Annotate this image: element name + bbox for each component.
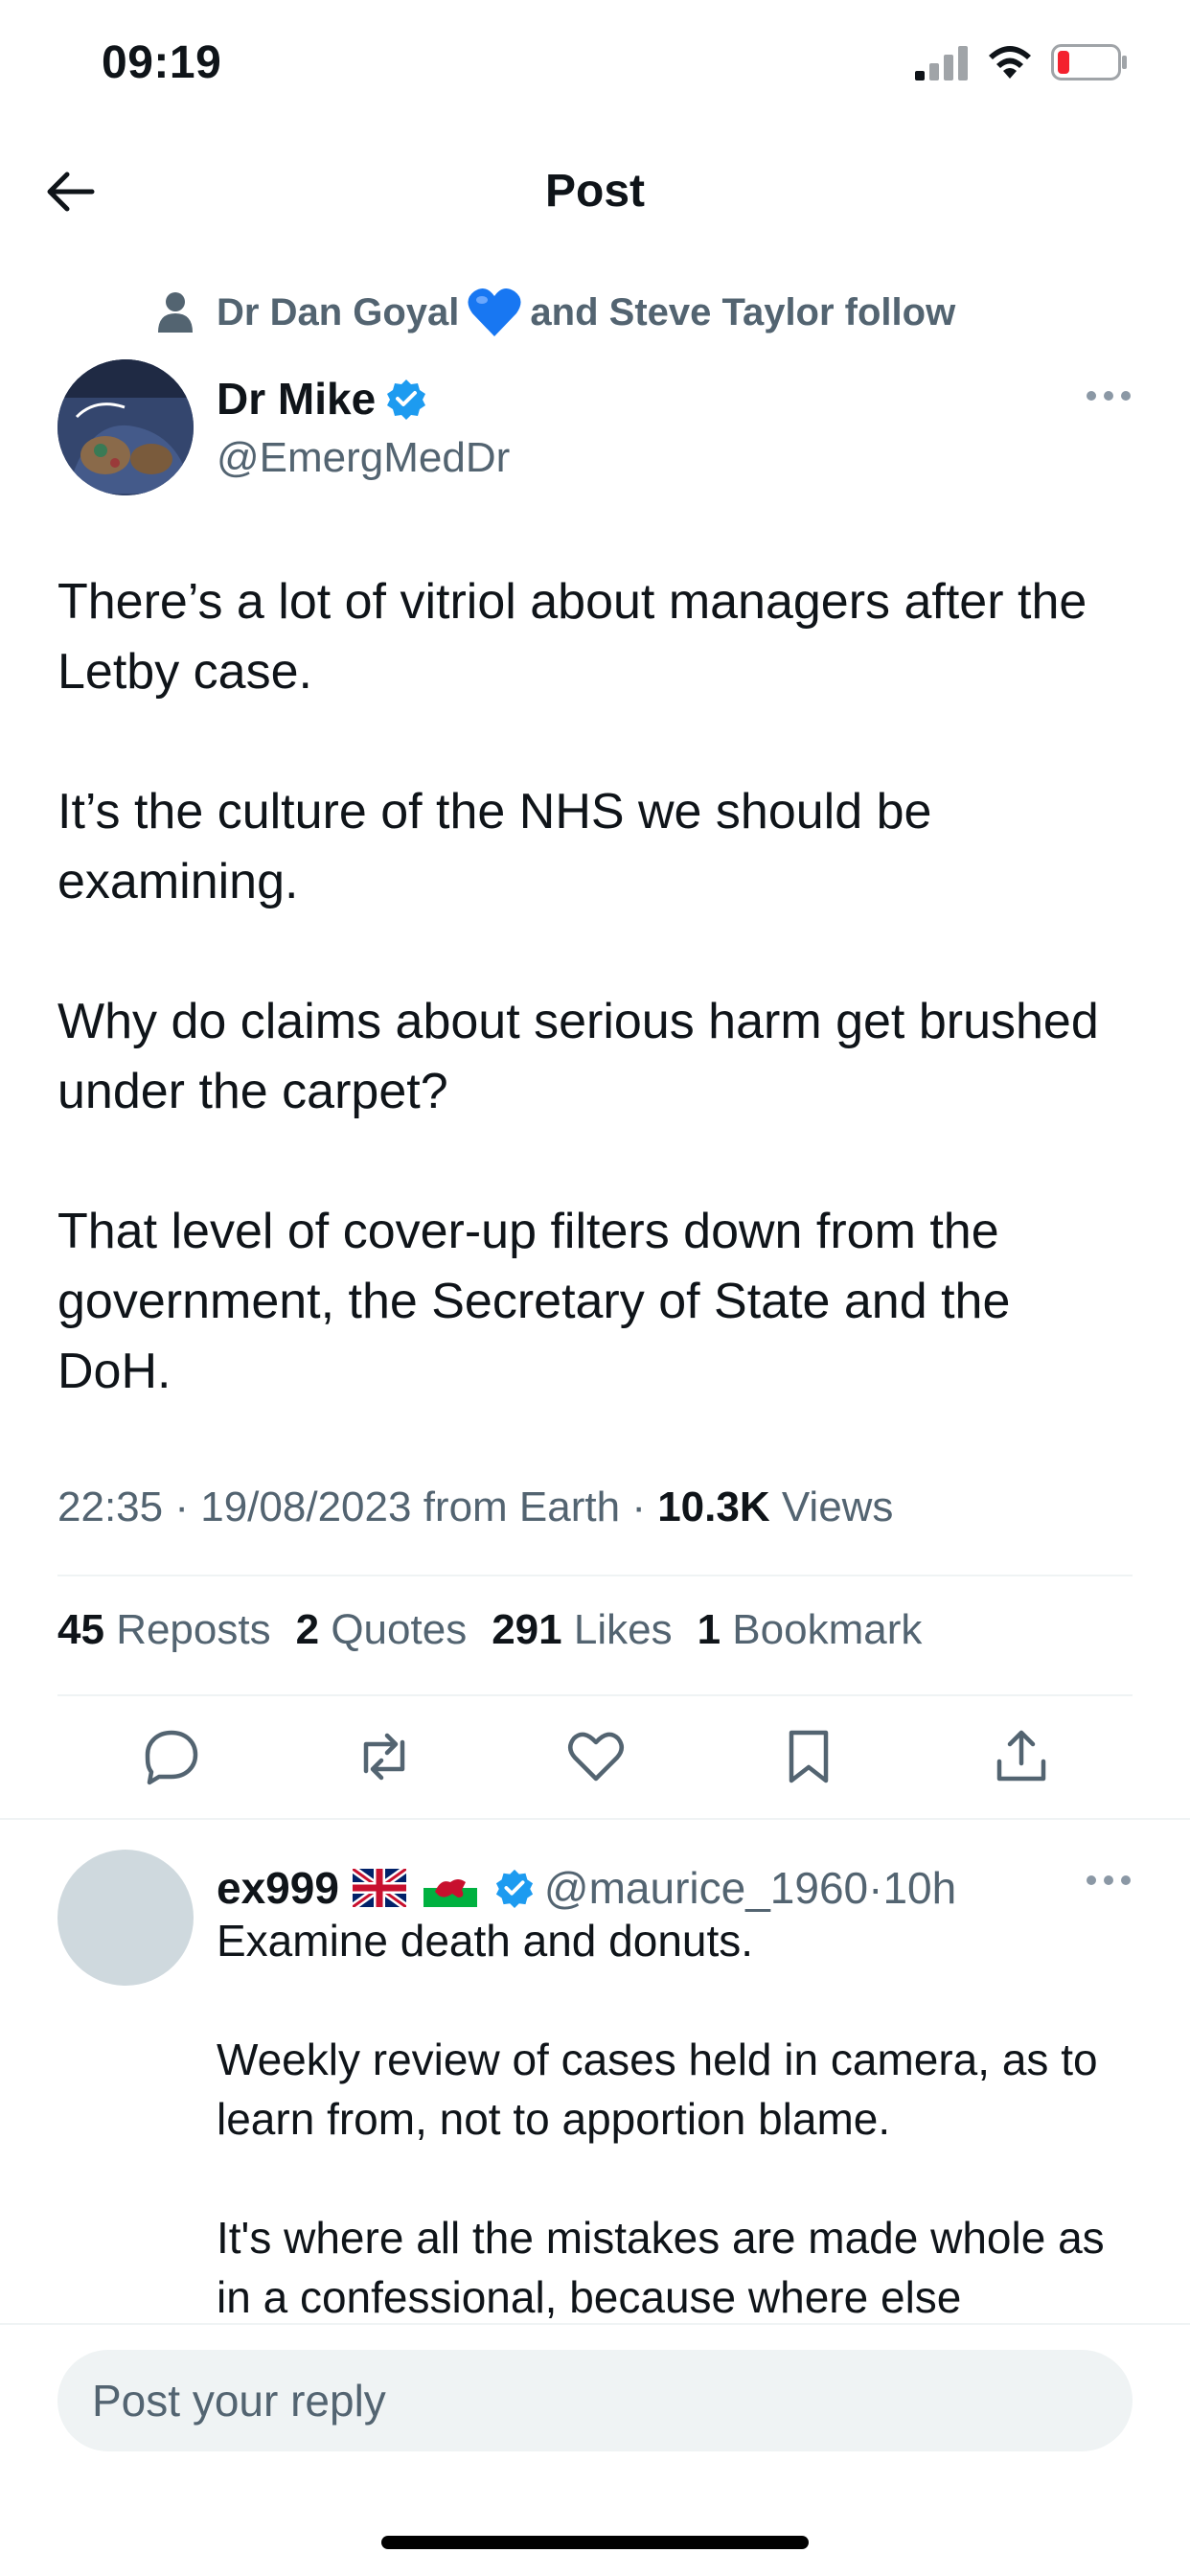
cellular-signal-icon	[915, 46, 968, 80]
likes-count: 291	[492, 1606, 562, 1653]
divider	[0, 1818, 1190, 1820]
reply-paragraph: Examine death and donuts.	[217, 1916, 754, 1966]
reply-paragraph: It's where all the mistakes are made who…	[217, 2213, 1105, 2322]
blue-heart-icon	[468, 288, 521, 336]
reply-paragraph: Weekly review of cases held in camera, a…	[217, 2035, 1098, 2144]
reposts-stat[interactable]: 45 Reposts	[57, 1606, 271, 1654]
views-count[interactable]: 10.3K	[657, 1484, 769, 1530]
author-name-row[interactable]: Dr Mike	[217, 373, 427, 425]
engagement-stats: 45 Reposts 2 Quotes 291 Likes 1 Bookmark	[57, 1606, 947, 1654]
reply-input[interactable]	[57, 2350, 1133, 2451]
like-heart-icon[interactable]	[564, 1725, 628, 1788]
tweet-date[interactable]: 19/08/2023	[200, 1484, 411, 1530]
repost-icon[interactable]	[353, 1725, 416, 1788]
tweet-header: Dr Mike @EmergMedDr	[57, 359, 1133, 503]
reply-age: 10h	[882, 1863, 957, 1913]
tweet-paragraph: Why do claims about serious harm get bru…	[57, 994, 1099, 1119]
more-options-icon[interactable]	[1085, 388, 1133, 403]
reply-text: Examine death and donuts. Weekly review …	[217, 1911, 1133, 2386]
page-title: Post	[544, 166, 645, 217]
tweet-paragraph: There’s a lot of vitriol about managers …	[57, 574, 1087, 700]
status-bar: 09:19	[0, 0, 1190, 134]
quotes-label: Quotes	[331, 1606, 468, 1653]
author-handle[interactable]: @EmergMedDr	[217, 434, 510, 482]
reply-composer	[0, 2323, 1190, 2576]
status-time: 09:19	[102, 37, 222, 88]
nav-bar: Post	[0, 144, 1190, 240]
likes-stat[interactable]: 291 Likes	[492, 1606, 672, 1654]
reply-avatar[interactable]	[57, 1850, 194, 1986]
tweet-time[interactable]: 22:35	[57, 1484, 163, 1530]
tweet-paragraph: That level of cover-up filters down from…	[57, 1204, 1011, 1399]
social-context-text: and Steve Taylor follow	[530, 290, 956, 334]
person-icon	[158, 292, 193, 333]
follower-name: Dr Dan Goyal	[217, 290, 460, 334]
tweet-source: from Earth	[423, 1484, 621, 1530]
uk-flag-icon	[352, 1869, 406, 1907]
more-options-icon[interactable]	[1085, 1873, 1133, 1888]
bookmark-icon[interactable]	[777, 1725, 840, 1788]
home-indicator[interactable]	[381, 2536, 809, 2549]
reply-header: ex999 @maurice_1960 · 10h	[217, 1862, 957, 1914]
action-bar	[57, 1725, 1133, 1802]
share-icon[interactable]	[990, 1725, 1053, 1788]
reply-author-name[interactable]: ex999	[217, 1862, 339, 1914]
battery-icon	[1051, 44, 1127, 80]
likes-label: Likes	[573, 1606, 673, 1653]
divider	[57, 1575, 1133, 1576]
wifi-icon	[989, 46, 1031, 79]
verified-badge-icon	[387, 380, 426, 420]
bookmarks-stat[interactable]: 1 Bookmark	[698, 1606, 923, 1654]
tweet-paragraph: It’s the culture of the NHS we should be…	[57, 784, 932, 909]
views-label[interactable]: Views	[782, 1484, 894, 1530]
divider	[0, 2323, 1190, 2325]
reply-author-handle[interactable]: @maurice_1960	[544, 1862, 868, 1914]
bookmarks-count: 1	[697, 1606, 721, 1653]
reposts-label: Reposts	[116, 1606, 271, 1653]
wales-flag-icon	[423, 1869, 477, 1907]
quotes-count: 2	[295, 1606, 320, 1653]
author-name: Dr Mike	[217, 374, 377, 424]
author-avatar[interactable]	[57, 359, 194, 495]
bookmarks-label: Bookmark	[732, 1606, 923, 1653]
quotes-stat[interactable]: 2 Quotes	[296, 1606, 468, 1654]
tweet-meta: 22:35 · 19/08/2023 from Earth · 10.3K Vi…	[57, 1484, 894, 1530]
tweet-text: There’s a lot of vitriol about managers …	[57, 567, 1133, 1407]
reply-icon[interactable]	[140, 1725, 203, 1788]
social-context[interactable]: Dr Dan Goyal and Steve Taylor follow	[153, 284, 955, 341]
verified-badge-icon	[495, 1869, 534, 1908]
reposts-count: 45	[57, 1606, 104, 1653]
divider	[57, 1694, 1133, 1696]
